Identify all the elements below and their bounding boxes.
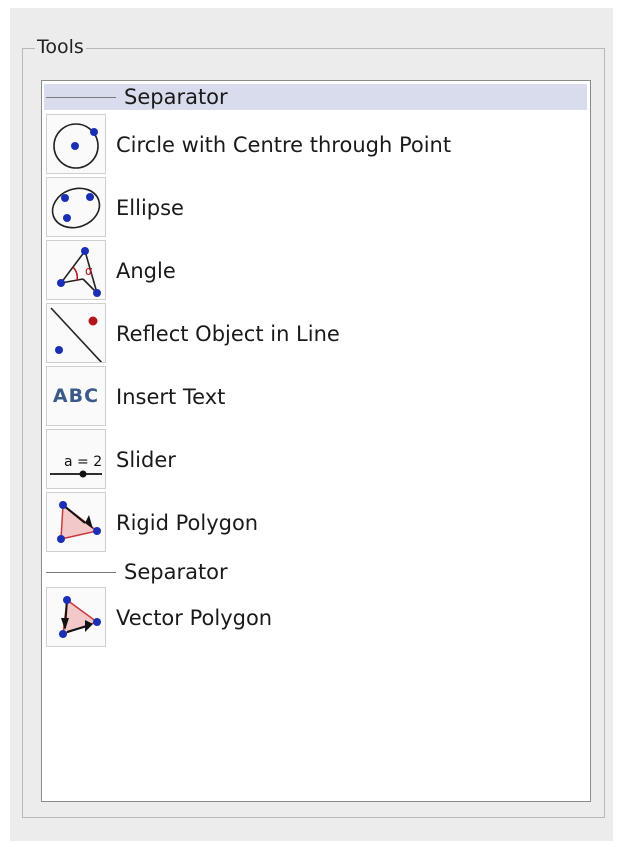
tools-group-title: Tools xyxy=(35,36,86,58)
list-item-circle-centre-point[interactable]: Circle with Centre through Point xyxy=(44,114,587,176)
list-item-separator[interactable]: Separator xyxy=(44,559,587,585)
list-item-slider[interactable]: a = 2 Slider xyxy=(44,429,587,491)
slider-icon-text: a = 2 xyxy=(64,454,102,470)
item-label: Reflect Object in Line xyxy=(116,322,340,346)
list-item-reflect-line[interactable]: Reflect Object in Line xyxy=(44,303,587,365)
separator-line xyxy=(46,97,116,98)
tools-window: Tools Separator Circle with Centre throu… xyxy=(0,0,617,843)
list-item-vector-polygon[interactable]: Vector Polygon xyxy=(44,587,587,649)
circle-center-point-icon xyxy=(46,114,106,174)
svg-text:α: α xyxy=(85,264,93,278)
separator-label: Separator xyxy=(124,560,228,584)
list-item-rigid-polygon[interactable]: Rigid Polygon xyxy=(44,492,587,554)
list-item-ellipse[interactable]: Ellipse xyxy=(44,177,587,239)
item-label: Insert Text xyxy=(116,385,226,409)
reflect-line-icon xyxy=(46,303,106,363)
insert-text-icon: ABC xyxy=(46,366,106,426)
separator-label: Separator xyxy=(124,85,228,109)
list-item-insert-text[interactable]: ABC Insert Text xyxy=(44,366,587,428)
item-label: Rigid Polygon xyxy=(116,511,259,535)
item-label: Ellipse xyxy=(116,196,184,220)
item-label: Circle with Centre through Point xyxy=(116,133,452,157)
rigid-polygon-icon xyxy=(46,492,106,552)
item-label: Slider xyxy=(116,448,176,472)
angle-icon: α xyxy=(46,240,106,300)
item-label: Angle xyxy=(116,259,176,283)
list-item-angle[interactable]: α Angle xyxy=(44,240,587,302)
ellipse-icon xyxy=(46,177,106,237)
abc-icon-text: ABC xyxy=(52,385,100,407)
slider-icon: a = 2 xyxy=(46,429,106,489)
list-item-separator[interactable]: Separator xyxy=(44,84,587,110)
vector-polygon-icon xyxy=(46,587,106,647)
separator-line xyxy=(46,572,116,573)
item-label: Vector Polygon xyxy=(116,606,273,630)
